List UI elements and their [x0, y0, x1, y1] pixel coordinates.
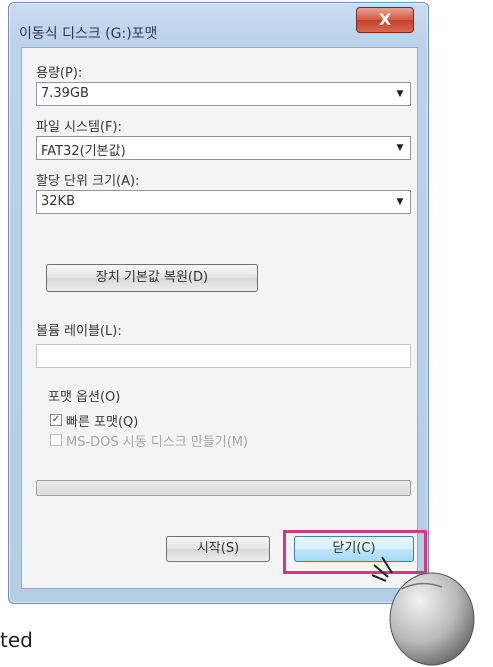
quick-format-checkbox[interactable]: ✓	[50, 414, 62, 426]
filesystem-select[interactable]: FAT32(기본값) ▼	[36, 136, 411, 160]
dialog-body: 용량(P): 7.39GB ▼ 파일 시스템(F): FAT32(기본값) ▼ …	[21, 47, 418, 589]
chevron-down-icon: ▼	[396, 89, 404, 99]
click-lines-icon	[372, 556, 393, 582]
format-dialog: 이동식 디스크 (G:)포맷 X 용량(P): 7.39GB ▼ 파일 시스템(…	[8, 2, 429, 604]
chevron-down-icon: ▼	[396, 143, 404, 153]
msdos-startup-checkbox[interactable]	[50, 434, 62, 446]
capacity-label: 용량(P):	[36, 66, 83, 81]
capacity-select[interactable]: 7.39GB ▼	[36, 82, 411, 106]
quick-format-label: 빠른 포맷(Q)	[66, 415, 139, 430]
close-window-button[interactable]: X	[356, 7, 414, 33]
format-options-label: 포맷 옵션(O)	[48, 390, 121, 405]
restore-defaults-button[interactable]: 장치 기본값 복원(D)	[46, 264, 258, 292]
caption-text: ted	[0, 628, 33, 652]
title-bar: 이동식 디스크 (G:)포맷 X	[9, 3, 428, 47]
volume-label-label: 볼륨 레이블(L):	[36, 324, 122, 339]
chevron-down-icon: ▼	[396, 197, 404, 207]
volume-label-input[interactable]	[36, 344, 411, 368]
start-button[interactable]: 시작(S)	[166, 536, 270, 562]
filesystem-label: 파일 시스템(F):	[36, 120, 122, 135]
allocation-select[interactable]: 32KB ▼	[36, 190, 411, 214]
msdos-startup-label: MS-DOS 시동 디스크 만들기(M)	[66, 435, 249, 450]
allocation-value: 32KB	[41, 194, 75, 209]
format-progress-bar	[36, 480, 411, 496]
dialog-title: 이동식 디스크 (G:)포맷	[19, 26, 158, 42]
mouse-icon	[372, 556, 475, 666]
capacity-value: 7.39GB	[41, 86, 89, 101]
filesystem-value: FAT32(기본값)	[41, 144, 126, 159]
allocation-label: 할당 단위 크기(A):	[36, 174, 140, 189]
